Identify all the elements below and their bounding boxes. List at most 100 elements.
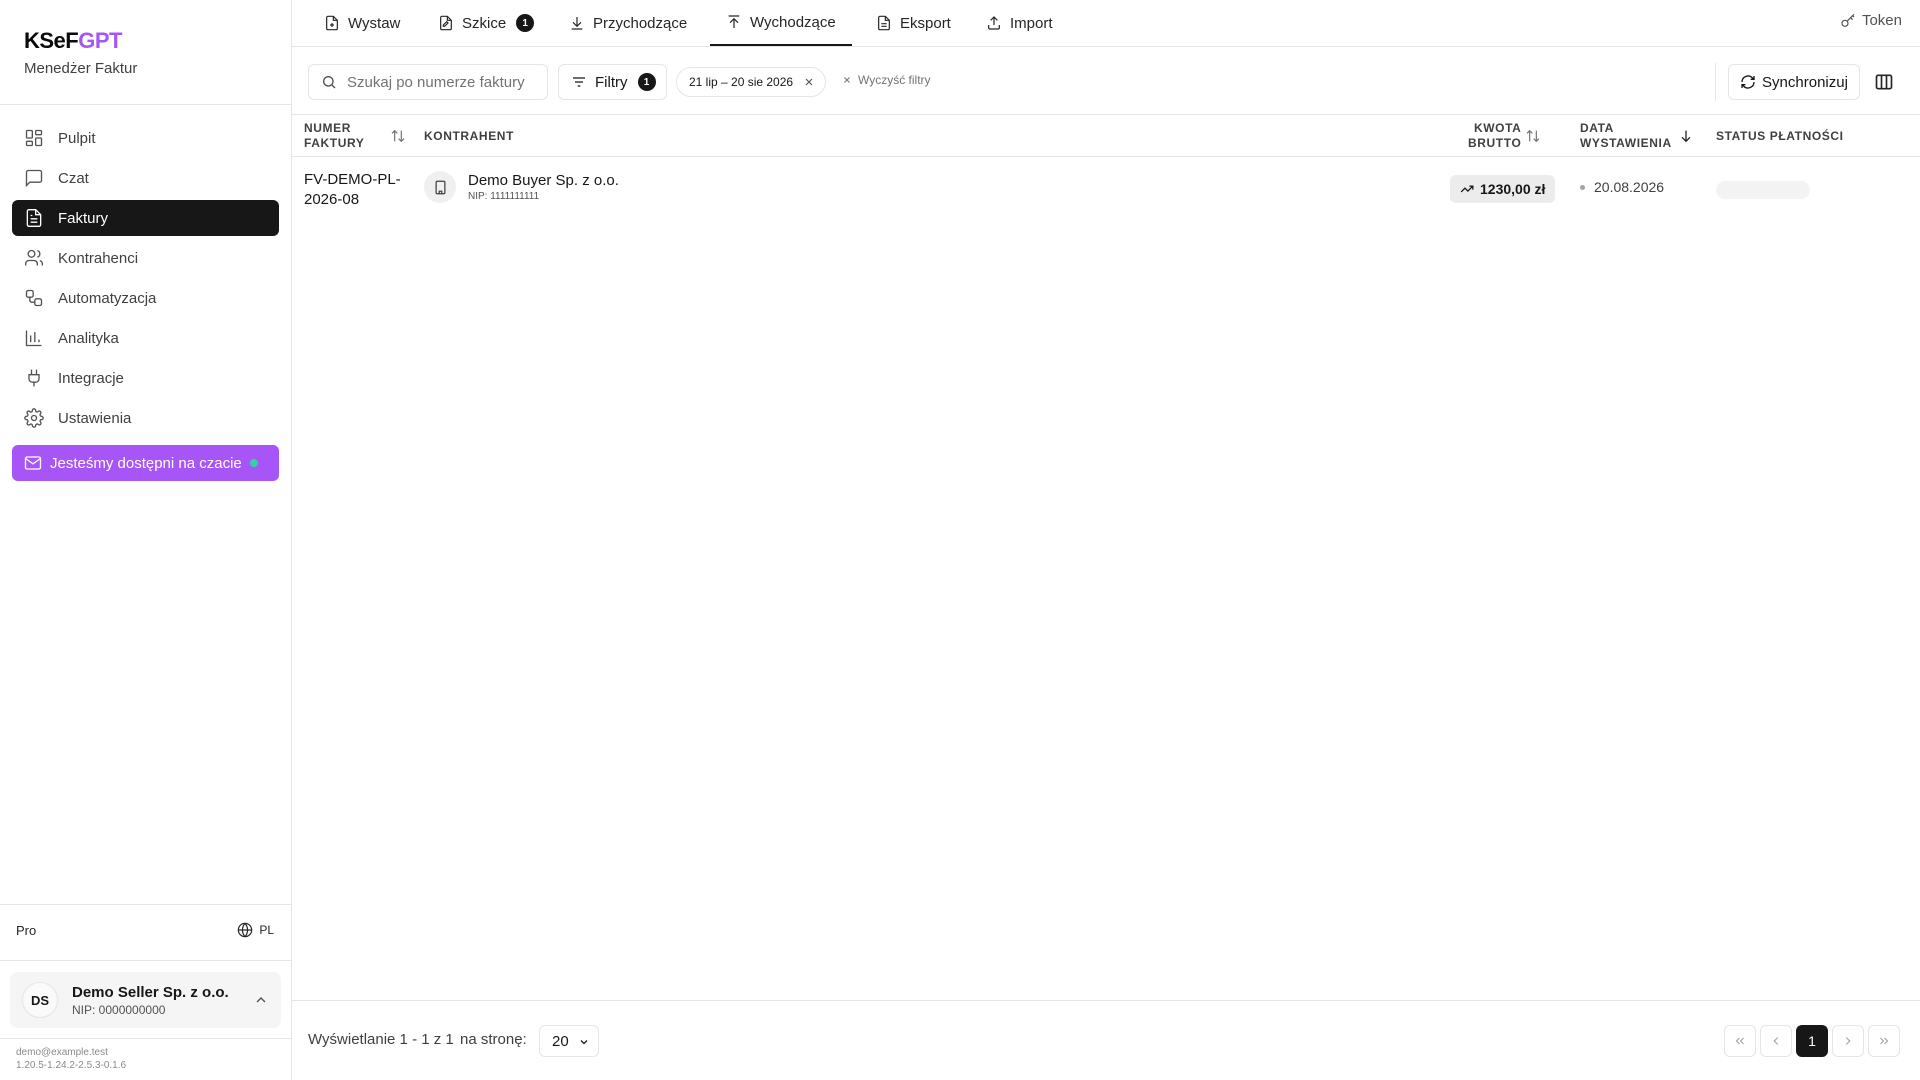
prev-page-button[interactable] [1760,1025,1792,1057]
tab-szkice[interactable]: Szkice 1 [438,0,535,46]
first-page-button[interactable] [1724,1025,1756,1057]
contractor-cell[interactable]: Demo Buyer Sp. z o.o. NIP: 1111111111 [424,171,619,203]
sort-icon[interactable] [390,128,406,144]
workflow-icon [25,289,43,307]
per-page-select[interactable]: 20 [539,1025,599,1057]
divider [0,960,291,961]
filters-count-badge: 1 [637,73,656,91]
column-header-number[interactable]: NUMER FAKTURY [304,121,406,151]
last-page-button[interactable] [1868,1025,1900,1057]
filters-button[interactable]: Filtry 1 [558,64,667,100]
close-icon[interactable] [803,76,815,88]
filter-icon [573,77,585,87]
tab-label: Przychodzące [593,14,688,32]
sidebar-item-label: Faktury [58,209,109,227]
issue-date-value: 20.08.2026 [1594,179,1665,195]
tab-wychodzace[interactable]: Wychodzące [710,0,852,46]
date-range-filter-chip[interactable]: 21 lip – 20 sie 2026 [676,67,827,97]
invoice-number-line: FV-DEMO-PL- [304,171,401,188]
users-icon [25,249,43,266]
download-icon [571,17,583,30]
sync-button[interactable]: Synchronizuj [1728,64,1860,100]
brand-subtitle: Menedżer Faktur [24,60,138,77]
dashboard-icon [25,129,43,147]
sidebar-item-ustawienia[interactable]: Ustawienia [12,400,279,436]
tab-label: Wystaw [348,14,401,32]
header-text: KONTRAHENT [424,129,514,143]
globe-icon [238,922,253,938]
filters-label: Filtry [595,73,628,91]
sidebar-item-integracje[interactable]: Integracje [12,360,279,396]
sidebar-item-label: Kontrahenci [58,249,139,267]
chevrons-left-icon [1735,1037,1744,1045]
account-switcher[interactable]: DS Demo Seller Sp. z o.o. NIP: 000000000… [10,972,281,1028]
language-switcher[interactable]: PL [237,922,274,938]
next-page-button[interactable] [1832,1025,1864,1057]
header-text: NUMER [304,121,351,135]
brand-logo[interactable]: KSeFGPT [24,28,137,54]
token-label: Token [1861,12,1902,29]
arrow-down-icon[interactable] [1678,128,1694,144]
sidebar-item-automatyzacja[interactable]: Automatyzacja [12,280,279,316]
columns-icon[interactable] [1874,72,1894,92]
sidebar-item-faktury[interactable]: Faktury [12,200,279,236]
sidebar-item-analityka[interactable]: Analityka [12,320,279,356]
chevron-up-icon [256,997,266,1003]
language-label: PL [259,923,274,937]
import-icon [988,16,1000,30]
sort-icon[interactable] [1525,128,1541,144]
clear-filters-button[interactable]: Wyczyść filtry [842,73,931,87]
footer-meta: demo@example.test 1.20.5-1.24.2-2.5.3-0.… [16,1046,126,1072]
chevron-left-icon [1773,1037,1779,1045]
plan-row: Pro PL [16,922,274,938]
close-icon [844,77,850,83]
online-indicator [249,459,258,467]
token-button[interactable]: Token [1840,12,1902,29]
tab-wystaw[interactable]: Wystaw [324,0,400,46]
invoice-icon [26,209,42,227]
filter-toolbar: Filtry 1 21 lip – 20 sie 2026 Wyczyść fi… [292,47,1920,115]
column-header-amount[interactable]: KWOTA BRUTTO [1468,121,1541,151]
date-dot [1580,184,1585,190]
tab-label: Eksport [900,14,951,32]
pagination-info: Wyświetlanie 1 - 1 z 1 [308,1031,454,1048]
amount-value: 1230,00 zł [1480,181,1546,197]
user-email: demo@example.test [16,1047,108,1058]
invoice-number[interactable]: FV-DEMO-PL- 2026-08 [304,170,414,210]
clear-filters-label: Wyczyść filtry [858,73,931,87]
sidebar-item-label: Czat [58,169,89,187]
chat-available-button[interactable]: Jesteśmy dostępni na czacie [12,445,279,481]
file-plus-icon [326,15,338,31]
table-row[interactable]: FV-DEMO-PL- 2026-08 Demo Buyer Sp. z o.o… [292,157,1920,221]
top-tabs: Wystaw Szkice 1 Przychodzące Wychodzące … [292,0,1920,47]
search-input[interactable] [347,73,537,91]
sidebar-item-label: Automatyzacja [58,289,157,307]
refresh-icon [1741,75,1755,89]
sidebar-item-label: Pulpit [58,129,96,147]
avatar: DS [22,982,58,1018]
sidebar-item-czat[interactable]: Czat [12,160,279,196]
column-header-date[interactable]: DATA WYSTAWIENIA [1580,121,1694,151]
header-text: STATUS PŁATNOŚCI [1716,129,1844,143]
payment-status-placeholder [1716,181,1810,199]
sidebar-item-kontrahenci[interactable]: Kontrahenci [12,240,279,276]
header-text: FAKTURY [304,136,365,150]
header-text: BRUTTO [1468,136,1522,150]
chat-available-label: Jesteśmy dostępni na czacie [50,454,242,472]
issue-date: 20.08.2026 [1580,179,1664,195]
contractor-nip: NIP: 1111111111 [468,191,540,202]
tab-label: Wychodzące [750,13,836,31]
search-icon [323,76,336,89]
amount-badge: 1230,00 zł [1450,175,1556,203]
divider [0,1038,291,1039]
tab-import[interactable]: Import [986,0,1053,46]
tab-przychodzace[interactable]: Przychodzące [569,0,687,46]
chevron-right-icon [1845,1037,1851,1045]
pagination: Wyświetlanie 1 - 1 z 1 na stronę: 20 1 [292,1000,1920,1080]
gear-icon [24,408,44,428]
chat-icon [25,169,43,188]
tab-eksport[interactable]: Eksport [876,0,951,46]
app-version: 1.20.5-1.24.2-2.5.3-0.1.6 [16,1060,127,1071]
sidebar-item-pulpit[interactable]: Pulpit [12,120,279,156]
page-button-current[interactable]: 1 [1796,1025,1828,1057]
